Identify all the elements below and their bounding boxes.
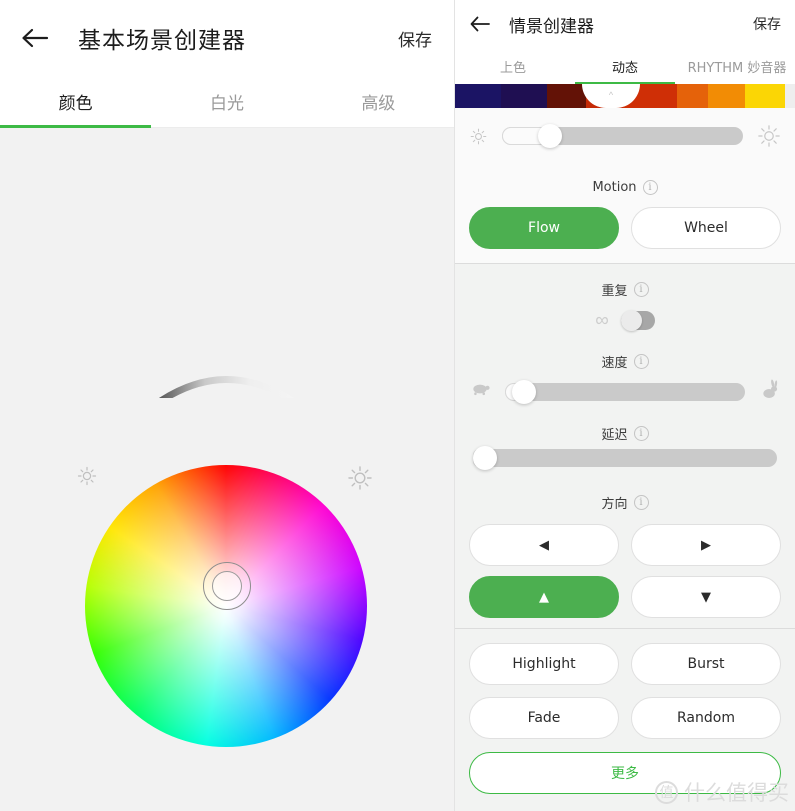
tab-rhythm[interactable]: RHYTHM 妙音器: [681, 48, 793, 84]
left-header: 基本场景创建器 保存: [0, 0, 454, 76]
right-tab-bar: 上色 动态 RHYTHM 妙音器: [455, 48, 795, 84]
tab-white-light[interactable]: 白光: [151, 76, 302, 127]
motion-buttons: Flow Wheel: [455, 195, 795, 263]
arrow-up-icon: ▲: [539, 589, 549, 605]
effect-fade-button[interactable]: Fade: [469, 697, 619, 739]
direction-section: 方向 i ◀ ▶ ▲ ▼: [455, 477, 795, 628]
arrow-left-icon: ◀: [539, 537, 549, 553]
more-button[interactable]: 更多: [469, 752, 781, 794]
motion-label-row: Motion i: [455, 164, 795, 195]
tab-color[interactable]: 颜色: [0, 76, 152, 128]
info-icon[interactable]: i: [633, 495, 649, 510]
turtle-icon: [469, 382, 491, 401]
scene-gradient-bar[interactable]: ^: [455, 84, 795, 108]
right-header: 情景创建器 保存: [455, 0, 795, 48]
speed-section: 速度 i: [455, 336, 795, 408]
motion-label: Motion: [592, 180, 637, 195]
direction-row-2: ▲ ▼: [455, 566, 795, 628]
info-icon[interactable]: i: [642, 180, 658, 195]
info-icon[interactable]: i: [633, 282, 649, 297]
repeat-label-row: 重复 i: [455, 264, 795, 299]
effect-burst-button[interactable]: Burst: [631, 643, 781, 685]
sun-bright-icon: [348, 466, 372, 490]
delay-slider[interactable]: [473, 446, 777, 470]
page-title: 情景创建器: [509, 16, 594, 37]
app-root: 基本场景创建器 保存 颜色 白光 高级 情景创建器 保存 上色 动态 RHYTH…: [0, 0, 795, 811]
repeat-toggle[interactable]: [620, 310, 655, 331]
sun-dim-icon: [77, 466, 97, 486]
direction-right-button[interactable]: ▶: [631, 524, 781, 566]
back-arrow-icon[interactable]: [18, 21, 52, 55]
right-panel-scene-creator: 情景创建器 保存 上色 动态 RHYTHM 妙音器 ^ Motion i Flo…: [455, 0, 795, 811]
tab-advanced[interactable]: 高级: [303, 76, 454, 127]
info-icon[interactable]: i: [633, 426, 649, 441]
repeat-label: 重复: [601, 284, 628, 299]
sun-dim-icon: [470, 128, 487, 144]
info-icon[interactable]: i: [633, 354, 649, 369]
direction-up-button[interactable]: ▲: [469, 576, 619, 618]
speed-label: 速度: [601, 356, 628, 371]
direction-label: 方向: [601, 497, 628, 512]
rabbit-icon: [759, 379, 781, 404]
repeat-toggle-row: ∞: [455, 299, 795, 336]
more-row: 更多: [455, 739, 795, 808]
save-button[interactable]: 保存: [398, 26, 432, 51]
speed-slider-row: [455, 371, 795, 408]
speed-slider[interactable]: [505, 379, 745, 404]
left-tab-bar: 颜色 白光 高级: [0, 76, 454, 128]
repeat-section: 重复 i ∞: [455, 264, 795, 336]
brightness-slider[interactable]: [502, 124, 743, 148]
delay-label: 延迟: [601, 428, 628, 443]
direction-row-1: ◀ ▶: [455, 512, 795, 566]
brightness-arc-slider[interactable]: [0, 278, 455, 398]
direction-label-row: 方向 i: [455, 477, 795, 512]
motion-flow-button[interactable]: Flow: [469, 207, 619, 249]
speed-label-row: 速度 i: [455, 336, 795, 371]
chevron-up-icon: ^: [608, 89, 614, 100]
save-button[interactable]: 保存: [753, 14, 781, 34]
effects-section: Highlight Burst Fade Random 更多: [455, 629, 795, 808]
arrow-down-icon: ▼: [701, 589, 711, 605]
motion-wheel-button[interactable]: Wheel: [631, 207, 781, 249]
tab-paint[interactable]: 上色: [457, 48, 569, 84]
effects-row-1: Highlight Burst: [455, 629, 795, 685]
page-title: 基本场景创建器: [78, 28, 246, 54]
effect-highlight-button[interactable]: Highlight: [469, 643, 619, 685]
left-content: [0, 128, 454, 811]
motion-section: Motion i Flow Wheel: [455, 164, 795, 263]
color-wheel-handle[interactable]: [203, 562, 251, 610]
sun-bright-icon: [758, 125, 780, 147]
arrow-right-icon: ▶: [701, 537, 711, 553]
right-content: Motion i Flow Wheel 重复 i ∞ 速度 i 延迟 i 方向 …: [455, 108, 795, 811]
tab-dynamic[interactable]: 动态: [569, 48, 681, 84]
effects-row-2: Fade Random: [455, 685, 795, 739]
effect-random-button[interactable]: Random: [631, 697, 781, 739]
direction-down-button[interactable]: ▼: [631, 576, 781, 618]
brightness-slider-row: [455, 108, 795, 164]
left-panel-basic-scene-creator: 基本场景创建器 保存 颜色 白光 高级: [0, 0, 455, 811]
delay-label-row: 延迟 i: [455, 408, 795, 443]
delay-slider-row: [455, 443, 795, 477]
back-arrow-icon[interactable]: [467, 11, 493, 37]
direction-left-button[interactable]: ◀: [469, 524, 619, 566]
infinity-icon: ∞: [595, 310, 609, 331]
delay-section: 延迟 i: [455, 408, 795, 477]
